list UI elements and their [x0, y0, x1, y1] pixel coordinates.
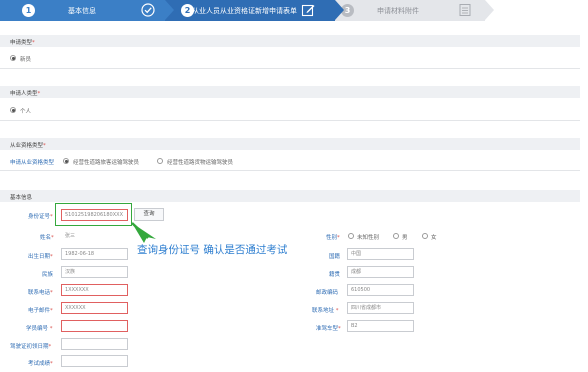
vehicle-type-input[interactable]: B2: [347, 320, 414, 332]
section-qual-type: 从业资格类型*: [0, 138, 580, 150]
section-title: 基本信息: [10, 195, 33, 201]
vehicle-type-label: 准驾车型*: [316, 326, 341, 332]
apply-type-radio[interactable]: [10, 55, 16, 61]
name-label: 姓名*: [40, 235, 54, 241]
step-1[interactable]: 1 基本信息: [0, 0, 165, 21]
exam-score-label: 考试成绩*: [28, 361, 53, 367]
address-label: 联系地址 *: [312, 308, 339, 314]
gender-label: 性别*: [326, 235, 340, 241]
gender-radio-unknown[interactable]: [348, 233, 354, 239]
highlight-box: [55, 203, 132, 226]
ethnicity-input[interactable]: 汉族: [61, 266, 128, 278]
section-basic-info: 基本信息: [0, 190, 580, 202]
postcode-input[interactable]: 610500: [347, 284, 414, 296]
section-title: 从业资格类型*: [10, 143, 46, 149]
divider: [0, 68, 580, 69]
section-title: 申请人类型*: [10, 91, 41, 97]
applicant-type-option: 个人: [20, 109, 32, 115]
step-2[interactable]: 2 从业人员从业资格证新增申请表单: [165, 0, 335, 21]
address-input[interactable]: 四川省成都市: [347, 302, 414, 314]
step-bar: 1 基本信息 2 从业人员从业资格证新增申请表单 3 申请材料附件: [0, 0, 588, 21]
section-title: 申请类型*: [10, 40, 35, 46]
check-circle-icon: [141, 3, 155, 17]
step-2-label: 从业人员从业资格证新增申请表单: [192, 7, 297, 15]
license-first-date-label: 驾驶证初领日期*: [10, 344, 52, 350]
student-number-input[interactable]: [61, 320, 128, 332]
gender-option-unknown: 未知性别: [357, 235, 380, 241]
gender-radio-male[interactable]: [393, 233, 399, 239]
gender-option-male: 男: [402, 235, 408, 241]
qual-type-radio-passenger[interactable]: [63, 158, 69, 164]
step-arrow: [485, 0, 494, 20]
student-number-label: 学员编号 *: [26, 326, 53, 332]
phone-label: 联系电话*: [28, 290, 53, 296]
postcode-label: 邮政编码: [316, 290, 339, 296]
section-apply-type: 申请类型*: [0, 35, 580, 47]
edit-icon: [301, 4, 315, 17]
qual-type-radio-freight[interactable]: [157, 158, 163, 164]
phone-input[interactable]: 1XXXXXX: [61, 284, 128, 296]
name-input[interactable]: 张三: [61, 230, 128, 242]
qual-type-option-freight: 经营性道路货物运输驾驶员: [167, 160, 234, 166]
step-1-label: 基本信息: [68, 7, 96, 15]
birth-date-label: 出生日期*: [28, 254, 53, 260]
qual-type-option-passenger: 经营性道路旅客运输驾驶员: [73, 160, 140, 166]
gender-option-female: 女: [431, 235, 437, 241]
email-input[interactable]: XXXXXX: [61, 302, 128, 314]
step-3-label: 申请材料附件: [377, 7, 419, 15]
section-applicant-type: 申请人类型*: [0, 86, 580, 98]
nationality-label: 国籍: [329, 254, 341, 260]
id-number-label: 身份证号*: [28, 214, 53, 220]
nationality-input[interactable]: 中国: [347, 248, 414, 260]
annotation-text: 查询身份证号 确认是否通过考试: [137, 244, 288, 256]
native-place-input[interactable]: 成都: [347, 266, 414, 278]
document-icon: [459, 4, 471, 16]
license-first-date-input[interactable]: [61, 338, 128, 350]
gender-radio-female[interactable]: [422, 233, 428, 239]
email-label: 电子邮件*: [28, 308, 53, 314]
step-arrow: [335, 0, 344, 20]
step-1-number: 1: [22, 4, 35, 17]
native-place-label: 籍贯: [329, 272, 341, 278]
qual-type-row-label: 申请从业资格类型: [10, 160, 55, 166]
step-arrow: [165, 0, 174, 20]
birth-date-input[interactable]: 1982-06-18: [61, 248, 128, 260]
step-3[interactable]: 3 申请材料附件: [335, 0, 485, 21]
applicant-type-radio[interactable]: [10, 107, 16, 113]
divider: [0, 120, 580, 121]
ethnicity-label: 民族: [42, 272, 54, 278]
divider: [0, 170, 580, 171]
apply-type-option: 新员: [20, 57, 32, 63]
exam-score-input[interactable]: [61, 355, 128, 367]
